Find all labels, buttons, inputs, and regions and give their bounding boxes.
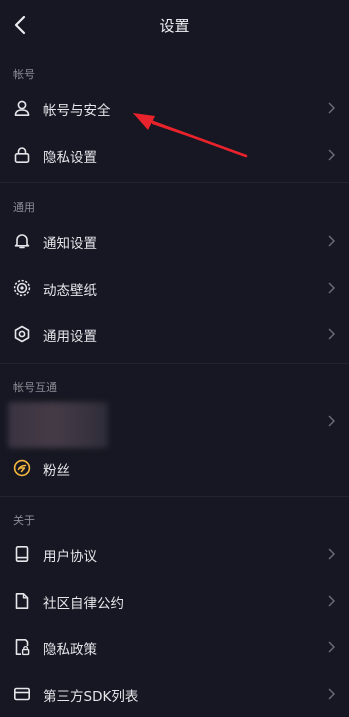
gear-icon [14,325,30,343]
bell-icon [14,234,30,249]
general-settings-row[interactable]: 通用设置 [0,311,349,357]
user-agreement-row[interactable]: 用户协议 [0,531,349,577]
linked-account-row[interactable] [0,398,349,444]
privacy-settings-row[interactable]: 隐私设置 [0,132,349,178]
community-rules-row[interactable]: 社区自律公约 [0,578,349,624]
user-agreement-label: 用户协议 [43,549,97,565]
document-icon [15,593,29,609]
chevron-right-icon [328,641,335,653]
header: 设置 [0,0,349,50]
section-divider [0,363,349,364]
chevron-right-icon [328,328,335,340]
chevron-right-icon [328,415,335,427]
fans-icon [13,459,31,477]
chevron-right-icon [328,688,335,700]
account-security-row[interactable]: 帐号与安全 [0,85,349,131]
privacy-policy-label: 隐私政策 [43,642,97,658]
section-divider [0,496,349,497]
user-icon [14,100,30,116]
live-wallpaper-label: 动态壁纸 [43,283,97,299]
community-rules-label: 社区自律公约 [43,596,124,612]
page-title: 设置 [159,17,190,35]
chevron-right-icon [328,548,335,560]
lock-icon [14,147,30,163]
section-label-general: 通用 [13,201,35,214]
section-label-interop: 帐号互通 [13,381,57,394]
chevron-right-icon [328,149,335,161]
privacy-policy-row[interactable]: 隐私政策 [0,624,349,670]
wallpaper-icon [13,279,31,297]
live-wallpaper-row[interactable]: 动态壁纸 [0,265,349,311]
chevron-right-icon [328,235,335,247]
book-icon [15,545,29,562]
section-label-about: 关于 [13,514,35,527]
card-icon [13,687,30,701]
general-settings-label: 通用设置 [43,329,97,345]
privacy-doc-icon [15,639,30,656]
fans-label: 粉丝 [43,463,70,479]
privacy-settings-label: 隐私设置 [43,150,97,166]
section-divider [0,182,349,183]
chevron-right-icon [328,102,335,114]
chevron-right-icon [328,282,335,294]
fans-row[interactable]: 粉丝 [0,445,349,491]
notification-settings-label: 通知设置 [43,236,97,252]
notification-settings-row[interactable]: 通知设置 [0,218,349,264]
third-party-sdk-row[interactable]: 第三方SDK列表 [0,671,349,717]
third-party-sdk-label: 第三方SDK列表 [43,689,139,705]
chevron-right-icon [328,595,335,607]
section-label-account: 帐号 [13,68,35,81]
account-security-label: 帐号与安全 [43,103,111,119]
